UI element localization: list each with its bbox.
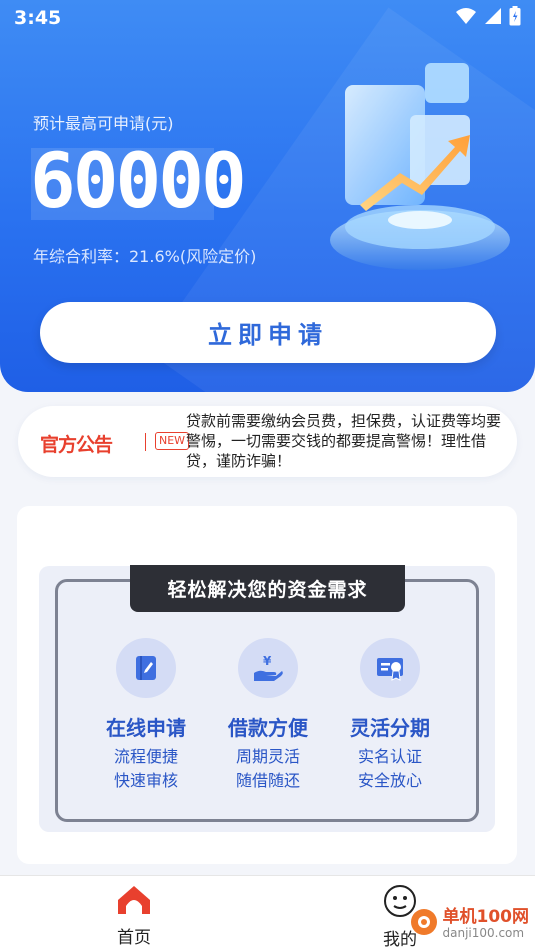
- status-bar: 3:45: [0, 0, 535, 36]
- status-icons: [455, 6, 521, 26]
- watermark-url: danji100.com: [442, 926, 525, 940]
- official-notice-banner[interactable]: 官方公告 NEW 贷款前需要缴纳会员费，担保费，认证费等均要警惕，一切需要交钱的…: [18, 406, 517, 477]
- new-badge: NEW: [155, 432, 190, 450]
- feature-title: 借款方便: [228, 716, 308, 740]
- notice-brand: 官方公告: [40, 434, 113, 456]
- battery-icon: [509, 6, 521, 26]
- book-icon: [116, 638, 176, 698]
- feature-flexible-installments[interactable]: 灵活分期 实名认证 安全放心: [330, 638, 450, 793]
- notice-text: 贷款前需要缴纳会员费，担保费，认证费等均要警惕，一切需要交钱的都要提高警惕！理性…: [186, 412, 502, 470]
- features-heading: 轻松解决您的资金需求: [130, 565, 405, 612]
- feature-desc: 周期灵活: [235, 747, 300, 766]
- watermark-name: 单机100网: [442, 907, 530, 927]
- status-time: 3:45: [14, 7, 62, 29]
- feature-desc: 实名认证: [357, 747, 422, 766]
- site-watermark: 单机100网 danji100.com: [410, 907, 530, 940]
- feature-desc: 快速审核: [113, 771, 178, 790]
- apply-now-button[interactable]: 立即申请: [40, 302, 496, 363]
- interest-rate: 年综合利率：21.6%(风险定价): [33, 247, 257, 266]
- signal-icon: [484, 7, 502, 25]
- feature-easy-loan[interactable]: ¥ 借款方便 周期灵活 随借随还: [208, 638, 328, 793]
- svg-text:¥: ¥: [263, 654, 272, 668]
- money-hand-icon: ¥: [238, 638, 298, 698]
- notice-divider: [145, 433, 146, 451]
- hero-banner: 3:45 预计最高可申请(元) 60000 年综合利率：21.6%(风险定价): [0, 0, 535, 392]
- max-amount-label: 预计最高可申请(元): [33, 114, 174, 133]
- wifi-icon: [455, 7, 477, 25]
- feature-title: 灵活分期: [350, 716, 430, 740]
- home-icon: [116, 886, 152, 920]
- max-amount: 60000: [30, 136, 247, 225]
- feature-desc: 安全放心: [357, 771, 422, 790]
- feature-desc: 随借随还: [235, 771, 300, 790]
- feature-title: 在线申请: [106, 716, 186, 740]
- watermark-logo-icon: [410, 908, 438, 940]
- growth-cubes-illustration: [320, 55, 520, 285]
- feature-desc: 流程便捷: [113, 747, 178, 766]
- tab-label: 首页: [117, 928, 151, 948]
- feature-online-apply[interactable]: 在线申请 流程便捷 快速审核: [86, 638, 206, 793]
- certificate-icon: [360, 638, 420, 698]
- tab-home[interactable]: 首页: [94, 884, 174, 948]
